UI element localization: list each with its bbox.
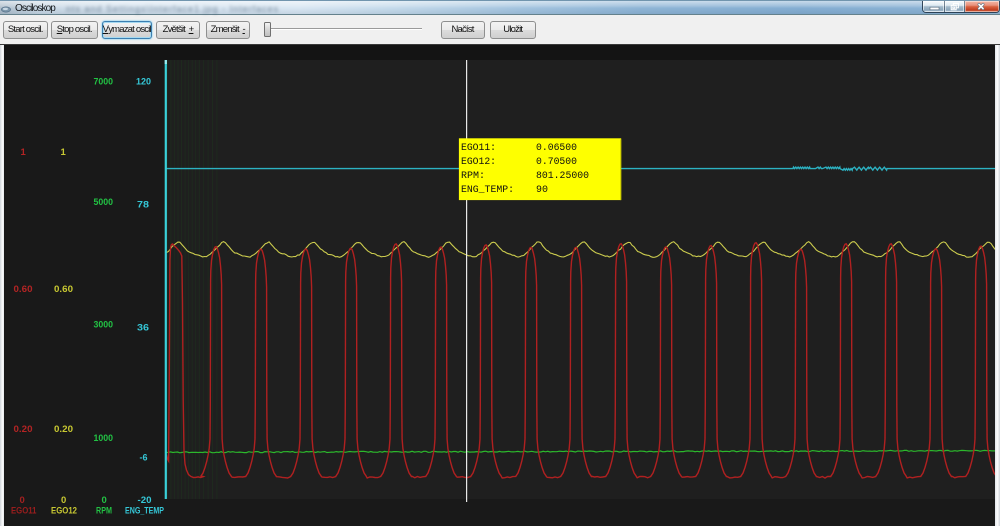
- svg-text:7000: 7000: [94, 77, 114, 88]
- svg-text:RPM: RPM: [96, 506, 112, 517]
- svg-text:0.60: 0.60: [14, 284, 33, 295]
- svg-text:EGO11: EGO11: [11, 506, 37, 517]
- svg-text:0: 0: [61, 495, 66, 506]
- svg-text:0.70500: 0.70500: [536, 156, 577, 168]
- svg-text:5000: 5000: [94, 197, 114, 208]
- svg-text:-6: -6: [140, 453, 148, 464]
- svg-text:0.06500: 0.06500: [536, 142, 577, 154]
- svg-text:0: 0: [20, 495, 25, 506]
- svg-text:1: 1: [61, 147, 67, 158]
- svg-text:ENG_TEMP:: ENG_TEMP:: [461, 184, 514, 196]
- svg-text:3000: 3000: [94, 320, 114, 331]
- svg-text:1: 1: [21, 147, 27, 158]
- svg-text:90: 90: [536, 184, 548, 196]
- svg-text:120: 120: [136, 77, 151, 88]
- svg-text:-20: -20: [138, 495, 152, 506]
- svg-text:ENG_TEMP: ENG_TEMP: [125, 506, 164, 517]
- svg-text:78: 78: [137, 200, 149, 211]
- svg-text:0.20: 0.20: [54, 424, 73, 435]
- svg-text:EGO12: EGO12: [51, 506, 77, 517]
- svg-text:RPM:: RPM:: [461, 170, 485, 182]
- svg-text:0: 0: [102, 495, 107, 506]
- svg-text:0.60: 0.60: [54, 284, 73, 295]
- svg-text:36: 36: [137, 323, 149, 334]
- svg-text:0.20: 0.20: [14, 424, 33, 435]
- svg-text:1000: 1000: [94, 433, 114, 444]
- svg-text:EGO11:: EGO11:: [461, 142, 496, 154]
- svg-text:801.25000: 801.25000: [536, 170, 589, 182]
- svg-text:EGO12:: EGO12:: [461, 156, 496, 168]
